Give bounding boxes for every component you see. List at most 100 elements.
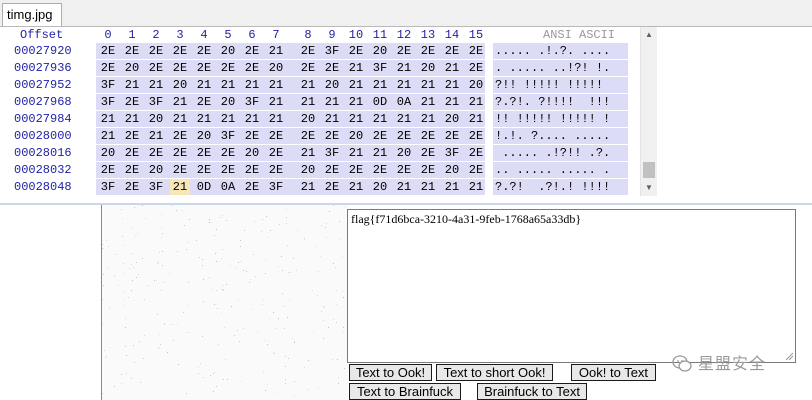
hex-byte[interactable]: 21 [298,77,318,93]
hex-byte[interactable]: 21 [170,179,190,195]
hex-byte[interactable]: 2E [98,162,118,178]
ascii-text[interactable]: ?!! !!!!! !!!!! [495,77,610,93]
hex-byte[interactable]: 20 [442,162,462,178]
hex-byte[interactable]: 21 [418,179,438,195]
hex-byte[interactable]: 3F [98,94,118,110]
hex-byte[interactable]: 2E [266,128,286,144]
hex-byte[interactable]: 20 [370,179,390,195]
hex-byte[interactable]: 2E [298,128,318,144]
hex-row[interactable]: 00027968 3F 2E 3F 21 2E 20 3F 21 21 21 21 0D 0A 21 21 21… [0,94,640,110]
hex-byte[interactable]: 2E [242,162,262,178]
hex-byte[interactable]: 2E [322,162,342,178]
hex-byte[interactable]: 2E [218,162,238,178]
hex-byte[interactable]: 21 [266,94,286,110]
hex-byte[interactable]: 2E [394,43,414,59]
hex-byte[interactable]: 21 [298,179,318,195]
hex-byte[interactable]: 21 [346,179,366,195]
ook-to-text-button[interactable]: Ook! to Text [571,364,656,381]
hex-row[interactable]: 00027936 2E 20 2E 2E 2E 2E 2E 20 2E 2E 21 3F 21 20 21 2E… [0,60,640,76]
hex-byte[interactable]: 21 [346,145,366,161]
hex-byte[interactable]: 2E [346,162,366,178]
hex-byte[interactable]: 2E [322,179,342,195]
hex-byte[interactable]: 2E [242,128,262,144]
hex-byte[interactable]: 21 [266,111,286,127]
hex-byte[interactable]: 0D [194,179,214,195]
hex-byte[interactable]: 2E [122,179,142,195]
hex-byte[interactable]: 21 [194,111,214,127]
hex-byte[interactable]: 3F [322,43,342,59]
hex-byte[interactable]: 2E [122,94,142,110]
hex-byte[interactable]: 21 [466,179,486,195]
hex-byte[interactable]: 21 [346,77,366,93]
hex-byte[interactable]: 21 [370,77,390,93]
ascii-text[interactable]: ..... .!?!! .?. [495,145,610,161]
hex-byte[interactable]: 20 [218,43,238,59]
resize-grip-icon[interactable] [785,352,794,361]
hex-byte[interactable]: 2E [218,60,238,76]
hex-byte[interactable]: 21 [466,111,486,127]
hex-byte[interactable]: 21 [146,77,166,93]
hex-byte[interactable]: 21 [394,60,414,76]
text-to-short-ook-button[interactable]: Text to short Ook! [436,364,553,381]
hex-byte[interactable]: 21 [298,145,318,161]
hex-byte[interactable]: 2E [266,145,286,161]
hex-byte[interactable]: 20 [346,128,366,144]
ascii-text[interactable]: ?.?! .?!.! !!!! [495,179,610,195]
scroll-thumb[interactable] [643,162,655,178]
hex-byte[interactable]: 2E [466,60,486,76]
hex-byte[interactable]: 2E [298,60,318,76]
hex-byte[interactable]: 2E [298,43,318,59]
ascii-text[interactable]: !! !!!!! !!!!! ! [495,111,610,127]
hex-byte[interactable]: 20 [122,60,142,76]
brainfuck-to-text-button[interactable]: Brainfuck to Text [477,383,587,400]
hex-byte[interactable]: 21 [418,94,438,110]
hex-byte[interactable]: 21 [370,111,390,127]
hex-byte[interactable]: 20 [146,162,166,178]
hex-row[interactable]: 00028032 2E 2E 20 2E 2E 2E 2E 2E 20 2E 2E 2E 2E 2E 20 2E… [0,162,640,178]
ascii-text[interactable]: ..... .!.?. .... [495,43,610,59]
hex-byte[interactable]: 20 [298,111,318,127]
hex-byte[interactable]: 2E [442,128,462,144]
hex-byte[interactable]: 2E [242,60,262,76]
hex-row[interactable]: 00028000 21 2E 21 2E 20 3F 2E 2E 2E 2E 20 2E 2E 2E 2E 2E… [0,128,640,144]
hex-byte[interactable]: 2E [418,162,438,178]
hex-byte[interactable]: 21 [394,77,414,93]
hex-byte[interactable]: 2E [442,43,462,59]
hex-byte[interactable]: 20 [98,145,118,161]
hex-byte[interactable]: 21 [418,77,438,93]
file-tab[interactable]: timg.jpg [2,3,62,26]
hex-row[interactable]: 00027920 2E 2E 2E 2E 2E 20 2E 21 2E 3F 2E 20 2E 2E 2E 2E… [0,43,640,59]
hex-byte[interactable]: 21 [394,179,414,195]
hex-byte[interactable]: 21 [122,77,142,93]
ascii-text[interactable]: ?.?!. ?!!!! !!! [495,94,610,110]
hex-byte[interactable]: 21 [346,60,366,76]
hex-byte[interactable]: 2E [418,128,438,144]
hex-byte[interactable]: 2E [98,60,118,76]
scroll-down-icon[interactable]: ▼ [641,180,657,196]
hex-byte[interactable]: 21 [394,111,414,127]
hex-byte[interactable]: 3F [370,60,390,76]
hex-byte[interactable]: 20 [370,43,390,59]
hex-byte[interactable]: 2E [394,128,414,144]
hex-byte[interactable]: 21 [346,94,366,110]
hex-byte[interactable]: 21 [170,111,190,127]
text-to-ook-button[interactable]: Text to Ook! [349,364,432,381]
hex-byte[interactable]: 2E [194,94,214,110]
hex-byte[interactable]: 2E [170,162,190,178]
hex-byte[interactable]: 2E [146,43,166,59]
hex-byte[interactable]: 0A [218,179,238,195]
hex-byte[interactable]: 2E [242,179,262,195]
hex-byte[interactable]: 3F [322,145,342,161]
hex-byte[interactable]: 21 [442,179,462,195]
hex-byte[interactable]: 0D [370,94,390,110]
hex-byte[interactable]: 2E [122,162,142,178]
hex-byte[interactable]: 2E [194,60,214,76]
hex-byte[interactable]: 2E [322,60,342,76]
hex-byte[interactable]: 21 [322,94,342,110]
hex-byte[interactable]: 3F [266,179,286,195]
hex-byte[interactable]: 2E [122,145,142,161]
hex-byte[interactable]: 20 [418,60,438,76]
hex-byte[interactable]: 2E [122,43,142,59]
hex-byte[interactable]: 20 [242,145,262,161]
hex-byte[interactable]: 2E [466,145,486,161]
